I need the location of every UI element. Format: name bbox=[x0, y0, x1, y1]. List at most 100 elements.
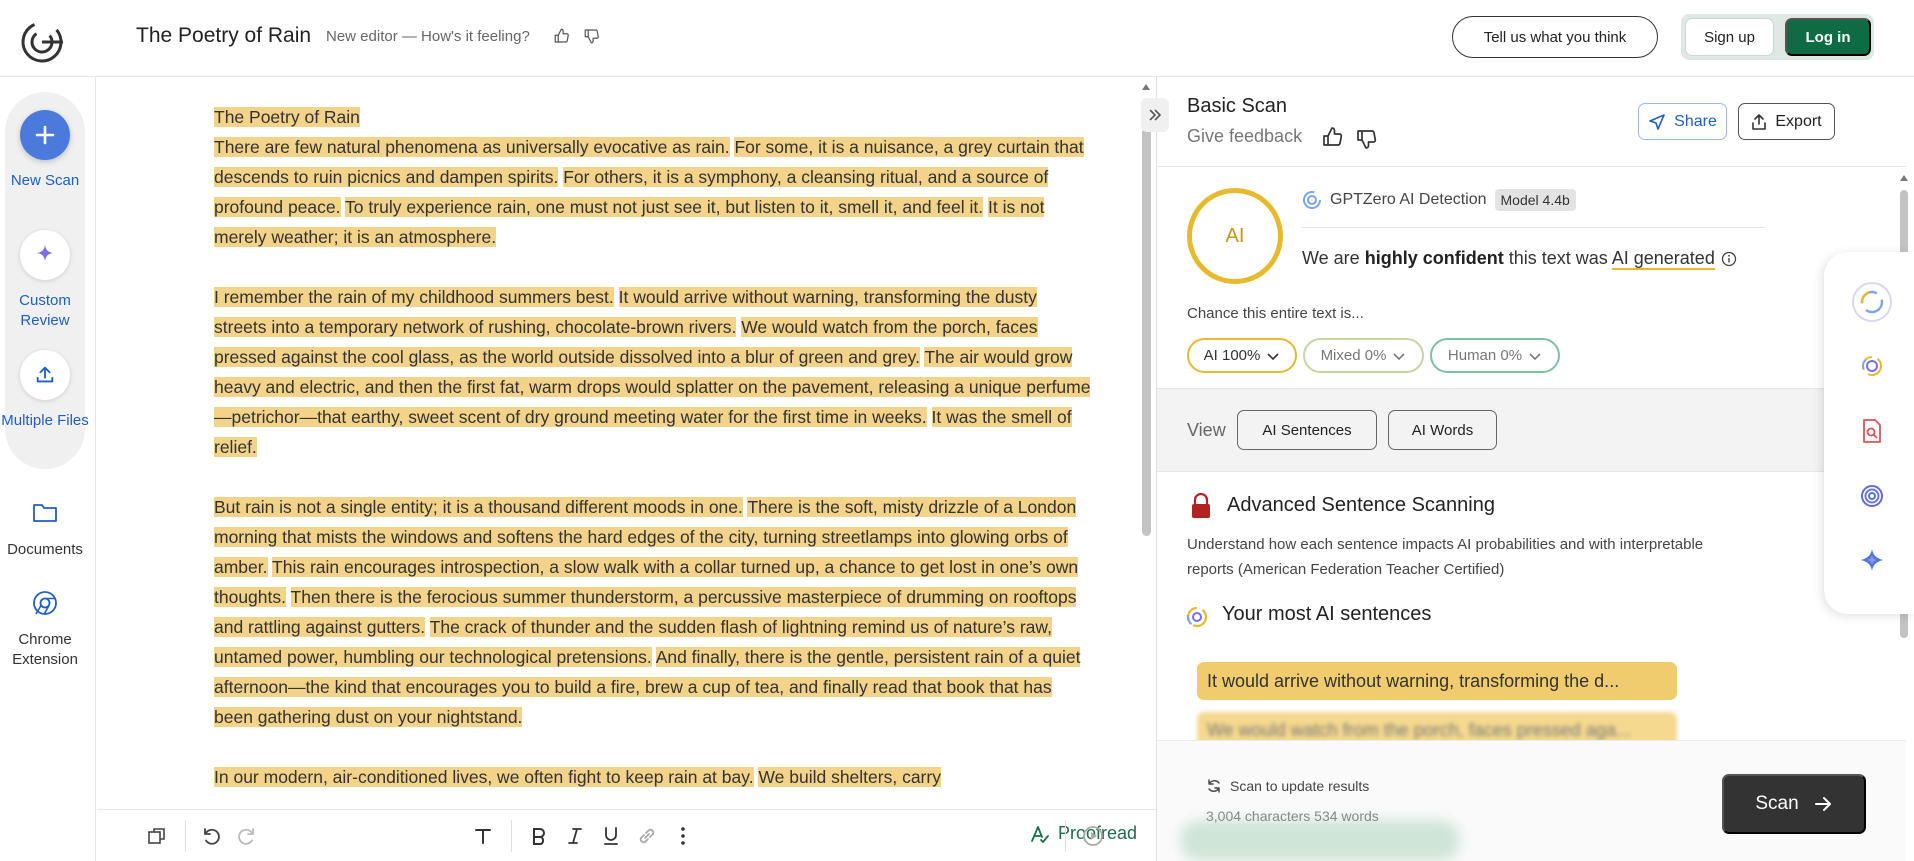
sparkle-icon bbox=[1861, 549, 1883, 571]
double-chevron-right-icon bbox=[1149, 109, 1162, 121]
collapse-panel-button[interactable] bbox=[1141, 98, 1169, 132]
gptzero-detector-icon bbox=[1303, 191, 1321, 209]
top-bar: The Poetry of Rain New editor — How's it… bbox=[0, 0, 1914, 77]
text-style-button[interactable] bbox=[469, 822, 497, 850]
source-finder-tool[interactable] bbox=[1852, 476, 1892, 516]
undo-button[interactable] bbox=[197, 822, 225, 850]
confidence-prefix: We are bbox=[1302, 248, 1365, 268]
share-label: Share bbox=[1674, 112, 1717, 130]
redo-button[interactable] bbox=[233, 822, 261, 850]
proofread-icon bbox=[1031, 825, 1049, 843]
document-search-icon bbox=[1863, 419, 1881, 443]
panel-title: Basic Scan bbox=[1187, 95, 1288, 117]
editor-title-line: The Poetry of Rain bbox=[214, 107, 360, 127]
thumbs-up-icon[interactable] bbox=[1321, 125, 1345, 149]
more-vertical-icon bbox=[681, 827, 685, 845]
ai-highlighted-sentence: To truly experience rain, one must not j… bbox=[345, 197, 984, 217]
undo-icon bbox=[204, 828, 220, 845]
italic-button[interactable] bbox=[561, 822, 589, 850]
refresh-icon bbox=[1208, 779, 1220, 793]
export-label: Export bbox=[1775, 112, 1822, 130]
editor-scrollbar[interactable] bbox=[1142, 128, 1151, 536]
sentence-gap bbox=[614, 287, 619, 307]
scroll-up-arrow-icon[interactable] bbox=[1139, 80, 1153, 94]
feedback-button[interactable]: Tell us what you think bbox=[1452, 16, 1658, 58]
export-button[interactable]: Export bbox=[1738, 103, 1835, 140]
ai-detector-icon bbox=[1860, 290, 1884, 314]
ai-highlighted-sentence: In our modern, air-conditioned lives, we… bbox=[214, 767, 754, 787]
human-percent-label: Human 0% bbox=[1447, 347, 1523, 364]
play-button[interactable] bbox=[1079, 822, 1107, 850]
ai-highlighted-sentence: We build shelters, carry bbox=[758, 767, 941, 787]
scan-update-text: Scan to update results bbox=[1230, 778, 1370, 794]
confidence-strength: highly confident bbox=[1364, 248, 1504, 268]
ai-percent-pill[interactable]: AI 100% bbox=[1187, 338, 1297, 373]
ai-score-label: AI bbox=[1225, 224, 1245, 247]
sidebar-label-chrome-extension[interactable]: Chrome Extension bbox=[0, 630, 90, 670]
sidebar-label-multiple-files[interactable]: Multiple Files bbox=[0, 411, 90, 431]
ai-sentences-icon bbox=[1186, 606, 1208, 628]
custom-review-button[interactable] bbox=[20, 230, 70, 280]
link-button[interactable] bbox=[633, 822, 661, 850]
thumbs-down-icon[interactable] bbox=[583, 27, 601, 45]
sidebar-label-new-scan[interactable]: New Scan bbox=[0, 171, 90, 191]
text-type-icon bbox=[475, 829, 491, 844]
top-ai-sentence[interactable]: It would arrive without warning, transfo… bbox=[1197, 662, 1677, 700]
copy-icon bbox=[148, 828, 165, 844]
ai-percent-label: AI 100% bbox=[1203, 347, 1261, 364]
text-editor[interactable]: The Poetry of Rain There are few natural… bbox=[97, 77, 1156, 809]
log-in-button[interactable]: Log in bbox=[1785, 18, 1871, 56]
thumbs-up-icon[interactable] bbox=[553, 27, 571, 45]
most-ai-sentences-title: Your most AI sentences bbox=[1222, 603, 1432, 625]
editor-paragraph[interactable]: In our modern, air-conditioned lives, we… bbox=[214, 762, 1094, 792]
ai-assistant-tool[interactable] bbox=[1852, 540, 1892, 580]
editor-paragraph[interactable]: But rain is not a single entity; it is a… bbox=[214, 492, 1094, 732]
sidebar-label-custom-review[interactable]: Custom Review bbox=[0, 291, 90, 331]
mixed-percent-pill[interactable]: Mixed 0% bbox=[1303, 338, 1424, 373]
sidebar-label-documents[interactable]: Documents bbox=[0, 540, 90, 560]
ai-score-circle: AI bbox=[1187, 188, 1283, 284]
editor-toolbar: Proofread bbox=[97, 809, 1156, 861]
sentence-gap bbox=[927, 407, 932, 427]
detector-name: GPTZero AI Detection bbox=[1330, 191, 1487, 208]
more-options-button[interactable] bbox=[669, 822, 697, 850]
italic-icon bbox=[568, 828, 582, 844]
bold-button[interactable] bbox=[525, 822, 553, 850]
link-icon bbox=[639, 828, 655, 844]
upload-icon bbox=[36, 366, 54, 383]
ai-detector-tool[interactable] bbox=[1852, 282, 1892, 322]
chrome-icon[interactable] bbox=[32, 590, 58, 616]
lock-icon bbox=[1192, 493, 1210, 518]
info-icon[interactable] bbox=[1721, 251, 1737, 267]
send-icon bbox=[1649, 113, 1665, 130]
gptzero-logo-icon[interactable] bbox=[19, 19, 65, 65]
multiple-files-button[interactable] bbox=[20, 350, 70, 400]
editor-paragraph[interactable]: I remember the rain of my childhood summ… bbox=[214, 282, 1094, 462]
ai-highlighted-sentence: I remember the rain of my childhood summ… bbox=[214, 287, 614, 307]
thumbs-down-icon[interactable] bbox=[1355, 127, 1379, 151]
panel-scroll-up-icon[interactable] bbox=[1898, 172, 1910, 184]
bold-icon bbox=[533, 828, 545, 845]
new-scan-button[interactable] bbox=[20, 110, 70, 160]
editor-paragraph[interactable]: There are few natural phenomena as unive… bbox=[214, 132, 1094, 252]
chevron-down-icon bbox=[1529, 352, 1541, 360]
sentence-gap bbox=[425, 617, 430, 637]
sign-up-button[interactable]: Sign up bbox=[1685, 18, 1774, 56]
chance-text: Chance this entire text is... bbox=[1187, 305, 1364, 322]
ai-words-button[interactable]: AI Words bbox=[1388, 410, 1497, 450]
human-percent-pill[interactable]: Human 0% bbox=[1430, 338, 1560, 373]
arrow-right-icon bbox=[1814, 797, 1831, 811]
folder-icon[interactable] bbox=[32, 500, 58, 524]
writing-report-tool[interactable] bbox=[1852, 346, 1892, 386]
copy-button[interactable] bbox=[143, 822, 171, 850]
model-badge: Model 4.4b bbox=[1494, 189, 1576, 211]
decorative-blur bbox=[1180, 820, 1460, 861]
scan-button[interactable]: Scan bbox=[1722, 774, 1866, 834]
document-title[interactable]: The Poetry of Rain bbox=[136, 24, 311, 48]
editor-content[interactable]: The Poetry of Rain There are few natural… bbox=[214, 102, 1094, 809]
share-button[interactable]: Share bbox=[1638, 103, 1727, 140]
plagiarism-check-tool[interactable] bbox=[1852, 411, 1892, 451]
underline-button[interactable] bbox=[597, 822, 625, 850]
ai-sentences-button[interactable]: AI Sentences bbox=[1237, 410, 1377, 450]
scan-counts: 3,004 characters 534 words bbox=[1206, 808, 1379, 824]
